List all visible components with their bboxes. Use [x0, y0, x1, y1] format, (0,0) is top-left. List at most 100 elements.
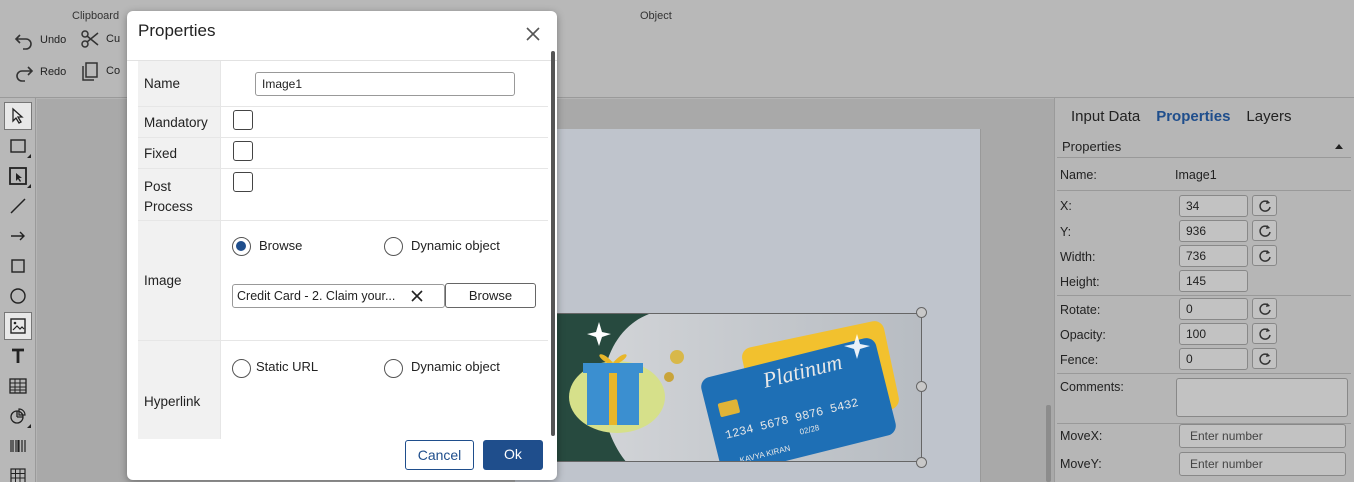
- scissors-icon: [81, 30, 99, 48]
- chart-tool[interactable]: [4, 402, 32, 430]
- right-panel: Input Data Properties Layers Properties …: [1054, 98, 1354, 482]
- circle-icon: [10, 288, 26, 304]
- resize-handle-middle-right[interactable]: [916, 381, 927, 392]
- fixed-row: Fixed: [138, 138, 548, 169]
- opacity-input[interactable]: 100: [1179, 323, 1248, 345]
- clear-icon[interactable]: [410, 289, 424, 303]
- y-input[interactable]: 936: [1179, 220, 1248, 242]
- table-tool[interactable]: [4, 372, 32, 400]
- post-process-label-line2: Process: [144, 199, 193, 214]
- image-icon: [10, 318, 26, 334]
- movex-input[interactable]: Enter number: [1179, 424, 1346, 448]
- text-tool[interactable]: [4, 342, 32, 370]
- collapse-caret-icon: [1335, 144, 1343, 149]
- tab-input-data[interactable]: Input Data: [1071, 108, 1140, 125]
- rotate-reset-button[interactable]: [1252, 298, 1277, 319]
- name-input[interactable]: Image1: [255, 72, 515, 96]
- selected-image[interactable]: Platinum 1234 5678 9876 5432 02/28 KAVYA…: [556, 313, 922, 462]
- image-file-name: Credit Card - 2. Claim your...: [237, 289, 396, 303]
- height-prop-label: Height:: [1060, 275, 1100, 289]
- pie-chart-icon: [10, 408, 26, 424]
- table-icon: [9, 378, 27, 394]
- fence-prop-label: Fence:: [1060, 353, 1099, 367]
- image-dynamic-radio-label: Dynamic object: [411, 238, 500, 253]
- grid-tool[interactable]: [4, 462, 32, 482]
- image-tool[interactable]: [4, 312, 32, 340]
- line-tool[interactable]: [4, 192, 32, 220]
- x-input[interactable]: 34: [1179, 195, 1248, 217]
- image-dynamic-radio[interactable]: [384, 237, 403, 256]
- cut-label: Cu: [106, 33, 121, 45]
- ok-button[interactable]: Ok: [483, 440, 543, 470]
- properties-section-header[interactable]: Properties: [1057, 136, 1351, 158]
- post-process-label: Post Process: [138, 169, 221, 220]
- dialog-scrollbar[interactable]: [551, 51, 555, 436]
- mandatory-row: Mandatory: [138, 107, 548, 138]
- undo-label: Undo: [40, 34, 67, 46]
- barcode-tool[interactable]: [4, 432, 32, 460]
- redo-icon: [16, 66, 34, 82]
- fence-input[interactable]: 0: [1179, 348, 1248, 370]
- fixed-label: Fixed: [138, 138, 221, 168]
- movey-input[interactable]: Enter number: [1179, 452, 1346, 476]
- mandatory-checkbox[interactable]: [233, 110, 253, 130]
- rotate-input[interactable]: 0: [1179, 298, 1248, 320]
- post-process-label-line1: Post: [144, 179, 172, 194]
- tab-layers[interactable]: Layers: [1246, 108, 1291, 125]
- image-browse-button[interactable]: Browse: [445, 283, 536, 308]
- rectangle-select-tool[interactable]: [4, 132, 32, 160]
- image-browse-radio[interactable]: [232, 237, 251, 256]
- hyperlink-row: Hyperlink Static URL Dynamic object: [138, 341, 548, 439]
- tab-properties[interactable]: Properties: [1156, 108, 1230, 125]
- properties-dialog: Properties Name Image1 Mandatory Fixed P…: [127, 11, 557, 480]
- dialog-title: Properties: [138, 21, 216, 40]
- ellipse-tool[interactable]: [4, 282, 32, 310]
- arrow-right-icon: [11, 231, 25, 241]
- rotate-prop-label: Rotate:: [1060, 303, 1101, 317]
- undo-icon: [14, 34, 32, 50]
- area-select-tool[interactable]: [4, 162, 32, 190]
- resize-handle-top-right[interactable]: [916, 307, 927, 318]
- select-tool[interactable]: [4, 102, 32, 130]
- line-icon: [10, 198, 26, 214]
- image-label: Image: [138, 221, 221, 340]
- name-prop-label: Name:: [1060, 168, 1097, 182]
- undo-button[interactable]: Undo: [14, 30, 66, 50]
- square-icon: [11, 259, 25, 273]
- redo-button[interactable]: Redo: [14, 62, 66, 82]
- cancel-button[interactable]: Cancel: [405, 440, 474, 470]
- panel-tabs: Input Data Properties Layers: [1071, 108, 1291, 125]
- name-label: Name: [138, 61, 221, 106]
- refresh-icon: [1258, 302, 1271, 315]
- opacity-prop-label: Opacity:: [1060, 328, 1106, 342]
- height-input[interactable]: 145: [1179, 270, 1248, 292]
- canvas-scrollbar[interactable]: [1046, 405, 1051, 482]
- copy-button[interactable]: Co: [80, 61, 120, 81]
- name-prop-value: Image1: [1175, 168, 1217, 182]
- resize-handle-bottom-right[interactable]: [916, 457, 927, 468]
- comments-textarea[interactable]: [1176, 378, 1348, 417]
- left-toolbar: [0, 98, 36, 482]
- fence-reset-button[interactable]: [1252, 348, 1277, 369]
- fixed-checkbox[interactable]: [233, 141, 253, 161]
- hyperlink-static-radio[interactable]: [232, 359, 251, 378]
- name-row: Name Image1: [138, 61, 548, 107]
- x-reset-button[interactable]: [1252, 195, 1277, 216]
- opacity-reset-button[interactable]: [1252, 323, 1277, 344]
- hyperlink-dynamic-radio[interactable]: [384, 359, 403, 378]
- hyperlink-static-radio-label: Static URL: [256, 359, 319, 374]
- y-reset-button[interactable]: [1252, 220, 1277, 241]
- y-prop-label: Y:: [1060, 225, 1072, 239]
- barcode-icon: [10, 440, 26, 452]
- box-tool[interactable]: [4, 252, 32, 280]
- cut-button[interactable]: Cu: [80, 29, 120, 49]
- x-prop-label: X:: [1060, 199, 1072, 213]
- close-icon[interactable]: [524, 25, 542, 43]
- post-process-checkbox[interactable]: [233, 172, 253, 192]
- refresh-icon: [1258, 199, 1271, 212]
- width-prop-label: Width:: [1060, 250, 1096, 264]
- width-reset-button[interactable]: [1252, 245, 1277, 266]
- arrow-tool[interactable]: [4, 222, 32, 250]
- redo-label: Redo: [40, 66, 67, 78]
- width-input[interactable]: 736: [1179, 245, 1248, 267]
